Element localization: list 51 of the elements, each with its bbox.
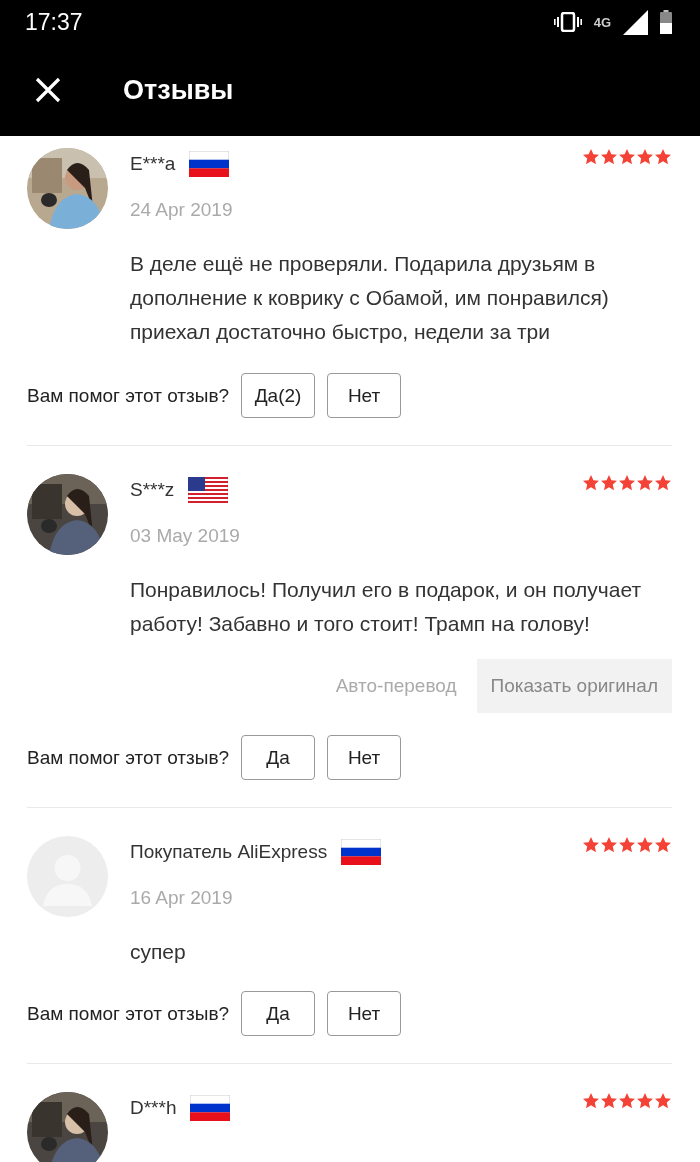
star-icon [654,474,672,492]
helpful-question: Вам помог этот отзыв? [27,384,230,407]
no-button[interactable]: Нет [327,373,402,418]
screen-title: Отзывы [123,74,234,106]
star-icon [600,148,618,166]
vibrate-icon [553,12,582,32]
star-icon [636,148,654,166]
reviewer-name: S***z [130,479,175,501]
review-text: супер [130,939,187,965]
yes-button[interactable]: Да [241,991,316,1036]
reviewer-name: Покупатель AliExpress [130,841,328,863]
close-button[interactable] [35,77,61,103]
star-icon [582,836,600,854]
flag-icon [188,477,229,503]
helpful-question: Вам помог этот отзыв? [27,1002,230,1025]
review-text: Понравилось! Получил его в подарок, и он получает работу! Забавно и того стоит! Трамп на голову! [130,577,643,637]
review-date: 24 Apr 2019 [130,198,233,222]
no-button[interactable]: Нет [327,735,402,780]
star-icon [582,474,600,492]
review-date: 16 Apr 2019 [130,886,234,910]
star-icon [618,148,636,166]
star-icon [636,474,654,492]
star-icon [654,148,672,166]
signal-icon [623,9,648,35]
star-icon [654,1092,672,1110]
star-icon [600,474,618,492]
star-icon [618,474,636,492]
flag-icon [190,1095,231,1121]
battery-icon [660,10,672,34]
network-label: 4G [593,14,611,30]
yes-button[interactable]: Да [241,735,316,780]
star-icon [582,1092,600,1110]
no-button[interactable]: Нет [327,991,402,1036]
star-icon [618,1092,636,1110]
star-icon [582,148,600,166]
flag-icon [341,839,382,865]
flag-icon [189,151,230,177]
star-icon [636,836,654,854]
star-icon [600,836,618,854]
status-time: 17:37 [25,8,83,36]
star-icon [618,836,636,854]
star-icon [636,1092,654,1110]
reviewer-name: E***a [130,153,176,175]
star-icon [600,1092,618,1110]
review-date: 03 May 2019 [130,524,240,548]
auto-translate-label: Авто-перевод [335,675,457,697]
helpful-question: Вам помог этот отзыв? [27,746,230,769]
star-icon [654,836,672,854]
review-text: В деле ещё не проверяли. Подарила друзьям в дополнение к коврику с Обамой, им понравился) приехал достаточно быстро, недели за три [130,251,610,345]
yes-button[interactable]: Да(2) [241,373,316,418]
reviewer-name: D***h [130,1097,177,1119]
